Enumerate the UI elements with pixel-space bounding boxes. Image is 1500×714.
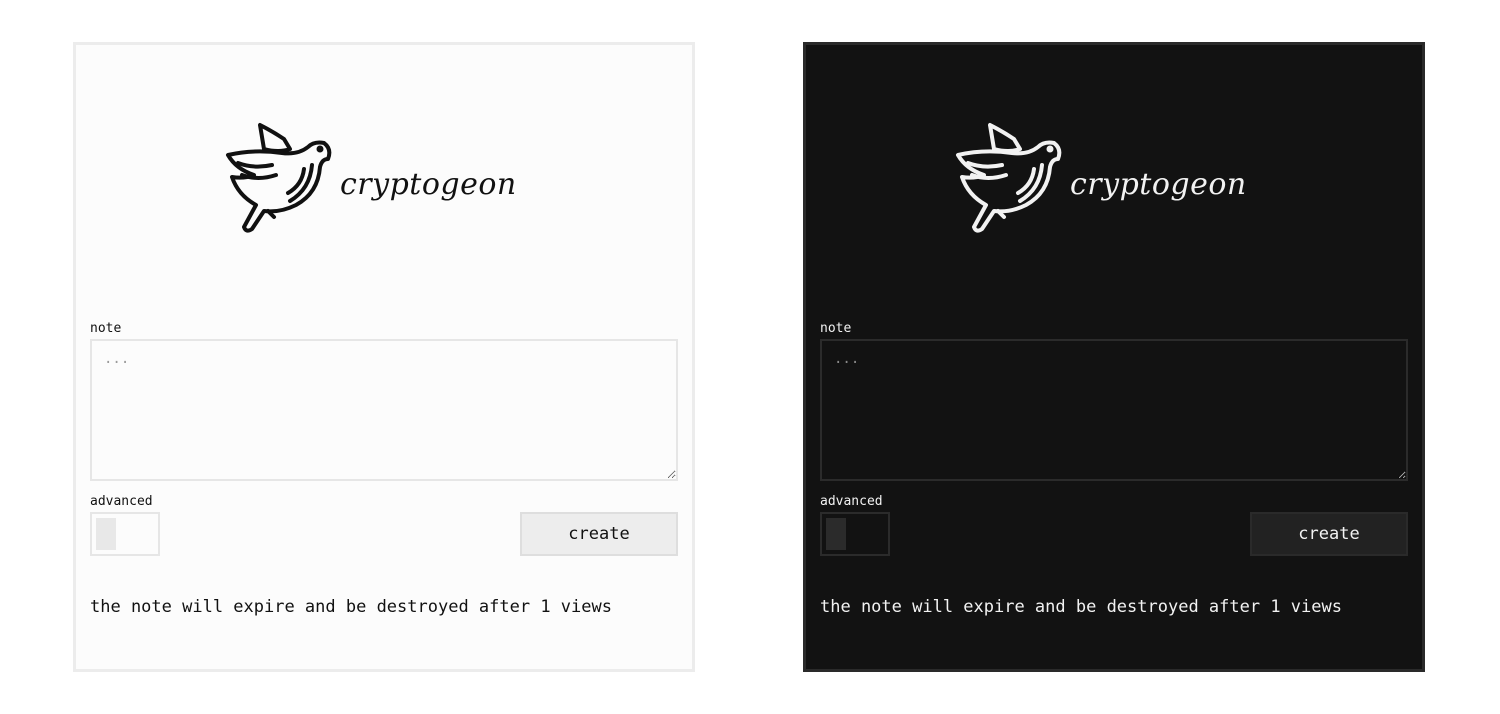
note-label: note: [90, 321, 122, 336]
create-button[interactable]: create: [520, 512, 678, 556]
expire-info-text: the note will expire and be destroyed af…: [820, 597, 1342, 617]
brand-name: cryptogeon: [340, 167, 517, 202]
note-label: note: [820, 321, 852, 336]
expire-info-text: the note will expire and be destroyed af…: [90, 597, 612, 617]
toggle-knob: [826, 518, 846, 550]
advanced-label: advanced: [90, 494, 153, 509]
pigeon-icon: [226, 123, 332, 233]
toggle-knob: [96, 518, 116, 550]
note-textarea[interactable]: [90, 339, 678, 481]
brand-name: cryptogeon: [1070, 167, 1247, 202]
cryptogeon-logo: cryptogeon: [954, 119, 1254, 249]
create-button[interactable]: create: [1250, 512, 1408, 556]
advanced-toggle[interactable]: [820, 512, 890, 556]
advanced-label: advanced: [820, 494, 883, 509]
cryptogeon-logo: cryptogeon: [224, 119, 524, 249]
dark-theme-panel: cryptogeon note advanced create the note…: [803, 42, 1425, 672]
advanced-toggle[interactable]: [90, 512, 160, 556]
note-textarea[interactable]: [820, 339, 1408, 481]
light-theme-panel: cryptogeon note advanced create the note…: [73, 42, 695, 672]
pigeon-icon: [956, 123, 1062, 233]
